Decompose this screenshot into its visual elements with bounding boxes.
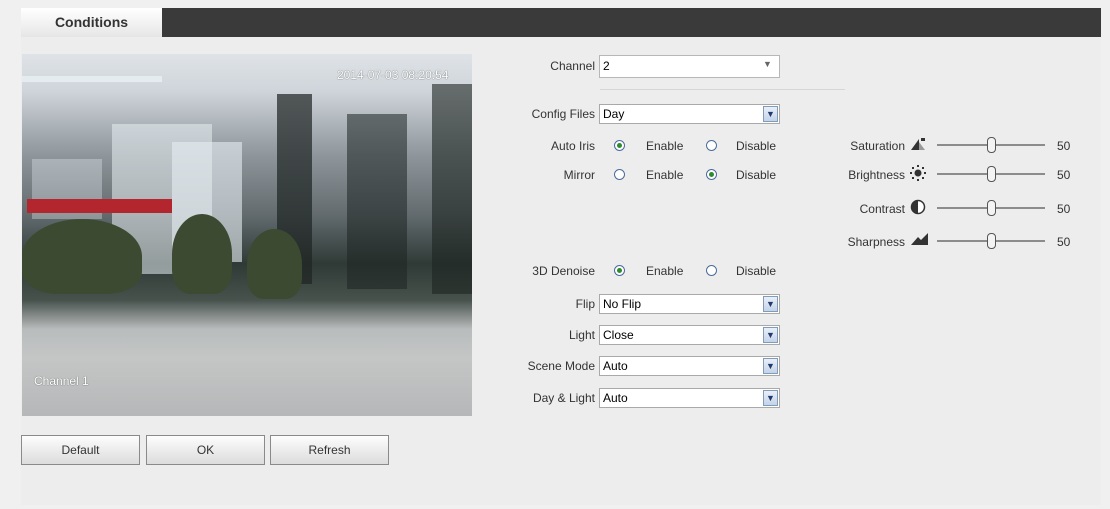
mirror-disable-label: Disable [736, 168, 777, 182]
chevron-down-icon: ▼ [763, 358, 778, 374]
3d-denoise-label: 3D Denoise [532, 264, 595, 278]
preview-timestamp: 2014-07-03 08:20:54 [337, 68, 449, 82]
brightness-label: Brightness [848, 168, 905, 182]
sharpness-value: 50 [1057, 235, 1071, 249]
mirror-enable-label: Enable [646, 168, 684, 182]
mirror-disable-radio[interactable] [706, 169, 717, 180]
saturation-icon [911, 138, 925, 150]
saturation-value: 50 [1057, 139, 1071, 153]
auto-iris-enable-radio[interactable] [614, 140, 625, 151]
config-files-label: Config Files [531, 107, 595, 121]
contrast-icon [910, 199, 926, 215]
ok-button[interactable]: OK [146, 435, 265, 465]
chevron-down-icon: ▼ [763, 296, 778, 312]
light-label: Light [568, 328, 595, 342]
auto-iris-disable-radio[interactable] [706, 140, 717, 151]
scene-mode-value: Auto [603, 359, 628, 373]
chevron-down-icon: ▼ [763, 106, 778, 122]
auto-iris-enable-label: Enable [646, 139, 684, 153]
day-light-value: Auto [603, 391, 628, 405]
tab-conditions[interactable]: Conditions [21, 8, 162, 37]
sharpness-label: Sharpness [847, 235, 905, 249]
chevron-down-icon: ▼ [763, 327, 778, 343]
saturation-label: Saturation [850, 139, 905, 153]
video-preview: 2014-07-03 08:20:54 Channel 1 [22, 54, 472, 416]
contrast-slider-handle[interactable] [987, 200, 996, 216]
default-button[interactable]: Default [21, 435, 140, 465]
sharpness-slider-handle[interactable] [987, 233, 996, 249]
brightness-icon [910, 165, 926, 181]
day-light-label: Day & Light [532, 391, 595, 405]
config-files-value: Day [603, 107, 625, 121]
brightness-value: 50 [1057, 168, 1071, 182]
flip-select[interactable]: No Flip ▼ [599, 294, 780, 314]
brightness-slider-handle[interactable] [987, 166, 996, 182]
divider [600, 89, 845, 90]
refresh-button[interactable]: Refresh [270, 435, 389, 465]
mirror-label: Mirror [563, 168, 595, 182]
flip-label: Flip [575, 297, 595, 311]
auto-iris-label: Auto Iris [550, 139, 595, 153]
sharpness-icon [911, 233, 928, 245]
mirror-enable-radio[interactable] [614, 169, 625, 180]
day-light-select[interactable]: Auto ▼ [599, 388, 780, 408]
channel-value: 2 [603, 59, 610, 73]
channel-select[interactable]: 2 ▼ [599, 55, 780, 78]
3d-denoise-disable-radio[interactable] [706, 265, 717, 276]
contrast-label: Contrast [859, 202, 905, 216]
flip-value: No Flip [603, 297, 642, 311]
chevron-down-icon: ▼ [763, 59, 772, 69]
chevron-down-icon: ▼ [763, 390, 778, 406]
3d-denoise-enable-label: Enable [646, 264, 684, 278]
auto-iris-disable-label: Disable [736, 139, 777, 153]
channel-label: Channel [550, 59, 595, 73]
saturation-slider-handle[interactable] [987, 137, 996, 153]
config-files-select[interactable]: Day ▼ [599, 104, 780, 124]
light-value: Close [603, 328, 634, 342]
light-select[interactable]: Close ▼ [599, 325, 780, 345]
3d-denoise-disable-label: Disable [736, 264, 777, 278]
preview-channel-name: Channel 1 [34, 374, 89, 388]
top-bar [21, 8, 1101, 37]
contrast-value: 50 [1057, 202, 1071, 216]
3d-denoise-enable-radio[interactable] [614, 265, 625, 276]
scene-mode-label: Scene Mode [527, 359, 595, 373]
scene-mode-select[interactable]: Auto ▼ [599, 356, 780, 376]
